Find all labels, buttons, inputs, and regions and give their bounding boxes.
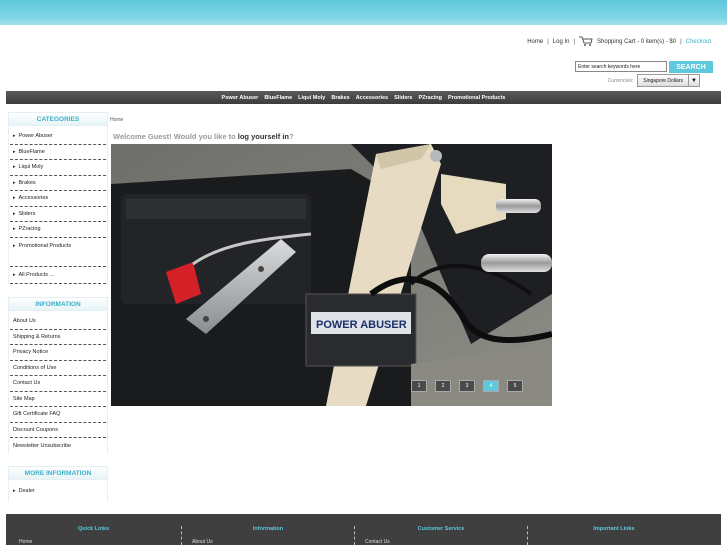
separator: | bbox=[680, 38, 682, 45]
category-item[interactable]: ▸ PZracing bbox=[10, 222, 106, 238]
information-heading: INFORMATION bbox=[8, 297, 108, 311]
nav-item-sliders[interactable]: Sliders bbox=[394, 95, 412, 101]
welcome-message: Welcome Guest! Would you like to log you… bbox=[113, 132, 294, 141]
bullet-icon: ▸ bbox=[13, 271, 16, 278]
separator: | bbox=[547, 38, 549, 45]
bullet-icon: ▸ bbox=[13, 133, 16, 140]
bullet-icon: ▸ bbox=[13, 487, 16, 494]
currency-dropdown[interactable]: Singapore Dollars ▼ bbox=[637, 74, 700, 87]
hero-brand-text: POWER ABUSER bbox=[316, 319, 407, 331]
bullet-icon: ▸ bbox=[13, 226, 16, 233]
slide-button-5[interactable]: 5 bbox=[507, 380, 523, 392]
login-prompt-link[interactable]: log yourself in bbox=[238, 132, 289, 141]
top-links: Home | Log In | Shopping Cart - 0 item(s… bbox=[527, 36, 711, 47]
bullet-icon: ▸ bbox=[13, 195, 16, 202]
home-link[interactable]: Home bbox=[527, 39, 543, 45]
categories-box: CATEGORIES ▸ Power Abuser ▸ BlueFlame ▸ Liq… bbox=[8, 112, 108, 284]
category-item-all[interactable]: ▸ All Products ... bbox=[10, 267, 106, 284]
information-box: INFORMATION About Us Shipping & Returns … bbox=[8, 297, 108, 454]
footer-link[interactable]: About Us bbox=[192, 539, 213, 545]
shopping-cart-icon[interactable] bbox=[579, 36, 593, 47]
nav-item-brakes[interactable]: Brakes bbox=[331, 95, 349, 101]
checkout-link[interactable]: Checkout bbox=[686, 39, 711, 45]
info-item[interactable]: Site Map bbox=[10, 392, 106, 407]
category-item[interactable]: ▸ Power Abuser bbox=[10, 129, 106, 145]
footer: Quick Links Home Information About Us Cu… bbox=[6, 514, 721, 545]
nav-item-accessories[interactable]: Accessories bbox=[356, 95, 388, 101]
more-information-box: MORE INFORMATION ▸ Dealer bbox=[8, 466, 108, 502]
currency-selected: Singapore Dollars bbox=[643, 77, 683, 84]
bullet-icon: ▸ bbox=[13, 242, 16, 249]
nav-item-power-abuser[interactable]: Power Abuser bbox=[222, 95, 259, 101]
login-link[interactable]: Log In bbox=[553, 39, 570, 45]
footer-heading: Quick Links bbox=[77, 526, 110, 532]
slideshow-pager: 1 2 3 4 5 bbox=[411, 380, 523, 392]
slide-button-1[interactable]: 1 bbox=[411, 380, 427, 392]
hero-image: POWER ABUSER bbox=[111, 144, 552, 406]
nav-item-blueflame[interactable]: BlueFlame bbox=[264, 95, 292, 101]
main-nav: Power Abuser BlueFlame Liqui Moly Brakes… bbox=[6, 91, 721, 104]
category-item[interactable]: ▸ Accessories bbox=[10, 191, 106, 207]
slide-button-4[interactable]: 4 bbox=[483, 380, 499, 392]
info-item[interactable]: Conditions of Use bbox=[10, 361, 106, 376]
nav-item-promotional-products[interactable]: Promotional Products bbox=[448, 95, 505, 101]
category-item[interactable]: ▸ Promotional Products bbox=[10, 238, 106, 267]
bullet-icon: ▸ bbox=[13, 164, 16, 171]
bullet-icon: ▸ bbox=[13, 210, 16, 217]
category-item[interactable]: ▸ Sliders bbox=[10, 207, 106, 222]
footer-heading: Important Links bbox=[593, 526, 635, 532]
breadcrumb[interactable]: Home bbox=[110, 117, 123, 123]
currency-label: Currencies: bbox=[607, 77, 634, 84]
search-input[interactable] bbox=[575, 61, 667, 72]
currency-selector: Currencies: Singapore Dollars ▼ bbox=[608, 74, 700, 87]
bullet-icon: ▸ bbox=[13, 179, 16, 186]
info-item[interactable]: Contact Us bbox=[10, 376, 106, 392]
category-item[interactable]: ▸ BlueFlame bbox=[10, 145, 106, 160]
footer-column-information: Information About Us bbox=[181, 526, 354, 545]
nav-item-liqui-moly[interactable]: Liqui Moly bbox=[298, 95, 325, 101]
footer-link[interactable]: Home bbox=[19, 539, 32, 545]
slide-button-2[interactable]: 2 bbox=[435, 380, 451, 392]
categories-heading: CATEGORIES bbox=[8, 112, 108, 126]
page-wrapper: Home | Log In | Shopping Cart - 0 item(s… bbox=[6, 25, 721, 545]
more-information-heading: MORE INFORMATION bbox=[8, 466, 108, 480]
more-info-item-dealer[interactable]: ▸ Dealer bbox=[10, 483, 106, 499]
slide-button-3[interactable]: 3 bbox=[459, 380, 475, 392]
info-item[interactable]: Privacy Notice bbox=[10, 345, 106, 361]
info-item[interactable]: Gift Certificate FAQ bbox=[10, 407, 106, 423]
footer-column-important-links: Important Links bbox=[527, 526, 700, 545]
category-item[interactable]: ▸ Liqui Moly bbox=[10, 160, 106, 176]
footer-column-quick-links: Quick Links Home bbox=[6, 514, 181, 545]
nav-item-pzracing[interactable]: PZracing bbox=[418, 95, 442, 101]
categories-list: ▸ Power Abuser ▸ BlueFlame ▸ Liqui Moly ▸ Br… bbox=[8, 126, 108, 284]
info-item[interactable]: About Us bbox=[10, 314, 106, 330]
info-item[interactable]: Discount Coupons bbox=[10, 423, 106, 438]
bullet-icon: ▸ bbox=[13, 148, 16, 155]
footer-column-customer-service: Customer Service Contact Us bbox=[354, 526, 527, 545]
chevron-down-icon[interactable]: ▼ bbox=[688, 75, 699, 86]
info-item[interactable]: Newsletter Unsubscribe bbox=[10, 438, 106, 454]
footer-heading: Information bbox=[252, 526, 284, 532]
footer-link[interactable]: Contact Us bbox=[365, 539, 390, 545]
shopping-cart-link[interactable]: Shopping Cart - 0 item(s) - $0 bbox=[597, 39, 676, 45]
more-information-list: ▸ Dealer bbox=[8, 480, 108, 502]
category-item[interactable]: ▸ Brakes bbox=[10, 176, 106, 191]
search-form: SEARCH bbox=[575, 61, 713, 73]
information-list: About Us Shipping & Returns Privacy Noti… bbox=[8, 311, 108, 454]
separator: | bbox=[573, 38, 576, 45]
info-item[interactable]: Shipping & Returns bbox=[10, 330, 106, 345]
search-button[interactable]: SEARCH bbox=[669, 61, 713, 73]
hero-slideshow[interactable]: POWER ABUSER 1 2 3 4 5 bbox=[111, 144, 552, 406]
footer-heading: Customer Service bbox=[417, 526, 465, 532]
